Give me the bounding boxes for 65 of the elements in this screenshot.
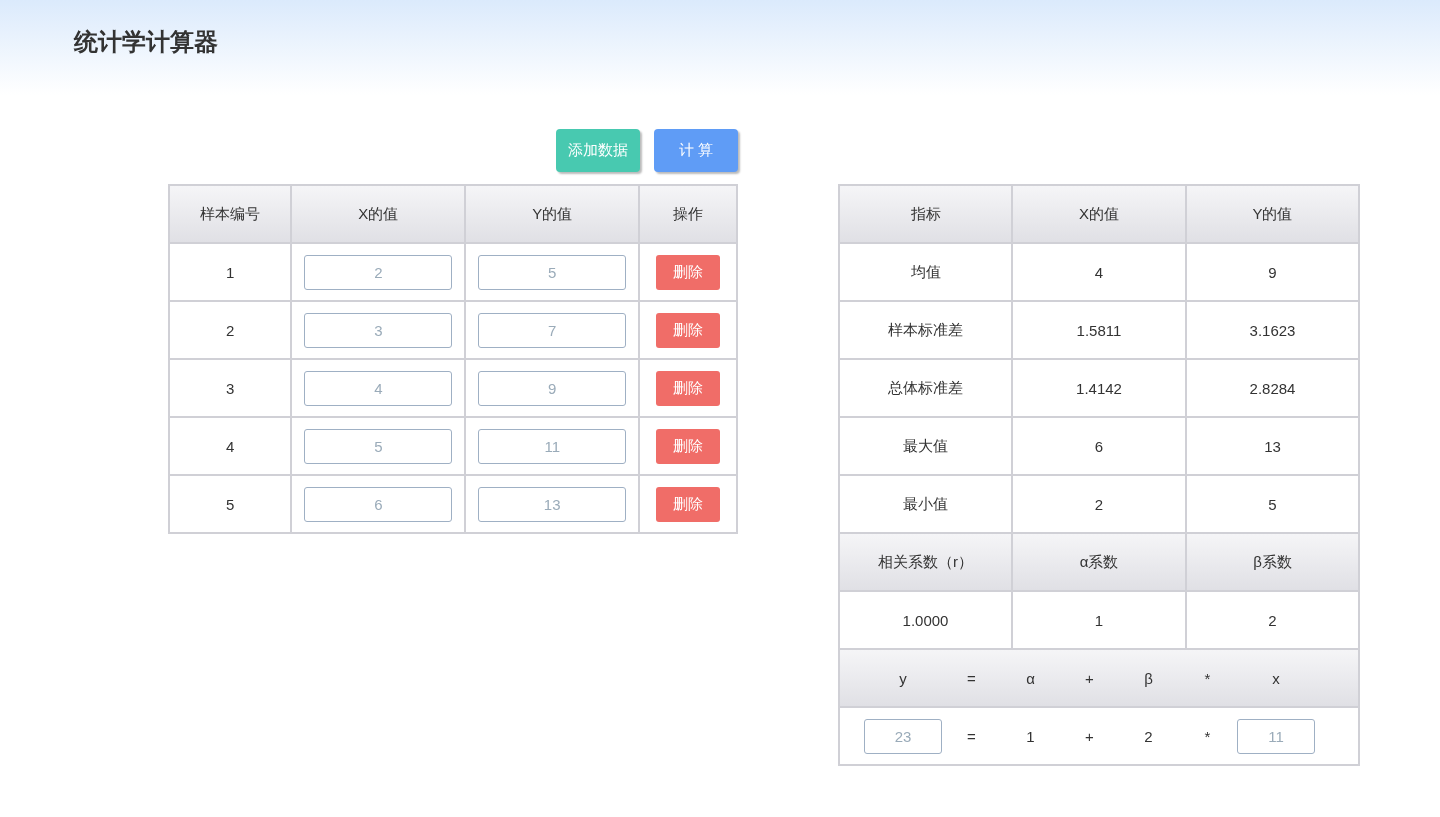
- formula-input[interactable]: 23: [864, 718, 942, 754]
- column-header: 相关系数（r）: [839, 533, 1012, 591]
- x-value-input[interactable]: 4: [304, 370, 453, 406]
- table-cell: 总体标准差: [839, 359, 1012, 417]
- y-value-input[interactable]: 11: [478, 428, 627, 464]
- x-value-input[interactable]: 3: [304, 312, 453, 348]
- y-value-input[interactable]: 13: [478, 486, 627, 522]
- formula-symbol: β: [1144, 669, 1153, 687]
- formula-symbol: α: [1026, 669, 1035, 687]
- delete-button[interactable]: 删除: [656, 428, 721, 464]
- table-cell: 6: [1012, 417, 1186, 475]
- table-cell: 1: [1012, 591, 1186, 649]
- delete-button[interactable]: 删除: [656, 486, 721, 522]
- table-cell: 5: [169, 475, 292, 533]
- delete-button[interactable]: 删除: [656, 254, 721, 290]
- table-cell: 1: [169, 243, 292, 301]
- table-cell: 3.1623: [1186, 301, 1359, 359]
- formula-symbol: y: [899, 669, 907, 687]
- table-cell: 2: [169, 301, 292, 359]
- table-cell: 2: [1186, 591, 1359, 649]
- formula-input[interactable]: 11: [1237, 718, 1315, 754]
- table-cell: 5: [1186, 475, 1359, 533]
- y-value-input[interactable]: 9: [478, 370, 627, 406]
- column-header: Y的值: [465, 185, 640, 243]
- formula-symbol: x: [1272, 669, 1280, 687]
- table-cell: 最小值: [839, 475, 1012, 533]
- add-data-button[interactable]: 添加数据: [556, 129, 640, 172]
- column-header: α系数: [1012, 533, 1186, 591]
- column-header: 操作: [639, 185, 737, 243]
- delete-button[interactable]: 删除: [656, 312, 721, 348]
- page-title: 统计学计算器: [74, 27, 218, 57]
- table-cell: 9: [1186, 243, 1359, 301]
- column-header: 指标: [839, 185, 1012, 243]
- table-cell: 13: [1186, 417, 1359, 475]
- table-cell: 2: [1012, 475, 1186, 533]
- column-header: 样本编号: [169, 185, 292, 243]
- table-cell: 1.0000: [839, 591, 1012, 649]
- table-cell: 4: [1012, 243, 1186, 301]
- formula-term: 1: [1026, 727, 1035, 745]
- table-cell: 3: [169, 359, 292, 417]
- table-cell: 1.5811: [1012, 301, 1186, 359]
- table-cell: 均值: [839, 243, 1012, 301]
- formula-symbol: +: [1085, 669, 1094, 687]
- x-value-input[interactable]: 6: [304, 486, 453, 522]
- table-cell: 最大值: [839, 417, 1012, 475]
- formula-symbol: *: [1204, 669, 1211, 687]
- column-header: β系数: [1186, 533, 1359, 591]
- y-value-input[interactable]: 7: [478, 312, 627, 348]
- formula-term: *: [1204, 727, 1211, 745]
- table-cell: 4: [169, 417, 292, 475]
- formula-term: 2: [1144, 727, 1153, 745]
- formula-term: +: [1085, 727, 1094, 745]
- column-header: Y的值: [1186, 185, 1359, 243]
- y-value-input[interactable]: 5: [478, 254, 627, 290]
- formula-symbol: =: [967, 669, 976, 687]
- table-cell: 2.8284: [1186, 359, 1359, 417]
- column-header: X的值: [291, 185, 466, 243]
- column-header: X的值: [1012, 185, 1186, 243]
- formula-term: =: [967, 727, 976, 745]
- calculate-button[interactable]: 计 算: [654, 129, 738, 172]
- table-cell: 1.4142: [1012, 359, 1186, 417]
- x-value-input[interactable]: 2: [304, 254, 453, 290]
- x-value-input[interactable]: 5: [304, 428, 453, 464]
- table-cell: 样本标准差: [839, 301, 1012, 359]
- delete-button[interactable]: 删除: [656, 370, 721, 406]
